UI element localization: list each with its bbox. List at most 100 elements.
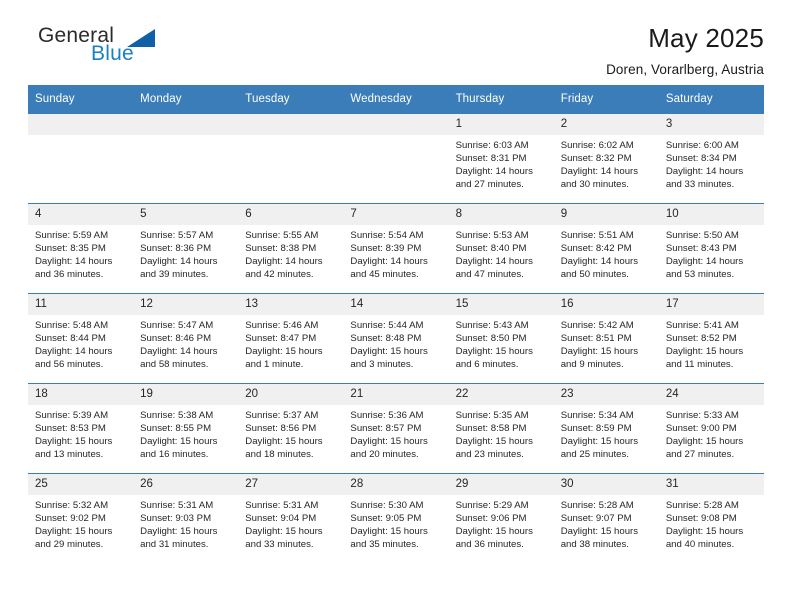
day-number: 31 [658, 474, 764, 495]
sunrise-time: Sunrise: 5:43 AM [455, 320, 529, 331]
daylight-duration-line2: and 45 minutes. [350, 269, 419, 281]
calendar-day-cell[interactable]: 6 Sunrise: 5:55 AM Sunset: 8:38 PM Daylight… [238, 203, 344, 294]
calendar-day-cell[interactable]: 17 Sunrise: 5:41 AM Sunset: 8:52 PM Dayligh… [658, 293, 764, 384]
daylight-duration-line1: Daylight: 15 hours [455, 346, 533, 358]
calendar-day-cell[interactable]: 19 Sunrise: 5:38 AM Sunset: 8:55 PM Dayligh… [133, 383, 239, 474]
day-sun-info: Sunrise: 5:50 AM Sunset: 8:43 PM Daylight:… [659, 225, 764, 281]
daylight-duration-line2: and 53 minutes. [665, 269, 735, 281]
day-number: 25 [28, 474, 134, 495]
day-number [28, 114, 134, 135]
calendar-day-cell[interactable]: 20 Sunrise: 5:37 AM Sunset: 8:56 PM Dayligh… [238, 383, 344, 474]
daylight-duration-line2: and 50 minutes. [560, 269, 629, 281]
day-number: 28 [343, 474, 449, 495]
sunset-time: Sunset: 8:32 PM [560, 153, 632, 165]
day-sun-info: Sunrise: 5:44 AM Sunset: 8:48 PM Daylight:… [343, 315, 448, 371]
sunrise-time: Sunrise: 5:41 AM [665, 320, 739, 331]
daylight-duration-line2: and 20 minutes. [350, 449, 419, 461]
sunset-time: Sunset: 9:03 PM [140, 513, 212, 525]
day-number: 24 [658, 384, 764, 405]
sunrise-time: Sunrise: 5:59 AM [35, 230, 109, 241]
sunrise-time: Sunrise: 5:31 AM [140, 500, 214, 511]
day-number: 8 [448, 204, 554, 225]
calendar-day-cell[interactable]: 18 Sunrise: 5:39 AM Sunset: 8:53 PM Dayligh… [28, 383, 134, 474]
sunset-time: Sunset: 9:07 PM [560, 513, 632, 525]
day-sun-info: Sunrise: 5:55 AM Sunset: 8:38 PM Daylight:… [238, 225, 343, 281]
calendar-day-cell[interactable]: 25 Sunrise: 5:32 AM Sunset: 9:02 PM Dayligh… [28, 473, 134, 563]
sunrise-time: Sunrise: 6:03 AM [455, 140, 529, 151]
daylight-duration-line1: Daylight: 15 hours [350, 436, 428, 448]
general-blue-logo[interactable]: General Blue [28, 24, 198, 76]
calendar-day-cell[interactable]: 4 Sunrise: 5:59 AM Sunset: 8:35 PM Daylight… [28, 203, 134, 294]
day-sun-info: Sunrise: 5:32 AM Sunset: 9:02 PM Daylight:… [28, 495, 133, 551]
calendar-week-row: 18 Sunrise: 5:39 AM Sunset: 8:53 PM Dayligh… [28, 383, 764, 474]
calendar-day-cell[interactable]: 8 Sunrise: 5:53 AM Sunset: 8:40 PM Daylight… [448, 203, 554, 294]
calendar-day-cell[interactable]: 24 Sunrise: 5:33 AM Sunset: 9:00 PM Dayligh… [658, 383, 764, 474]
day-number: 14 [343, 294, 449, 315]
calendar-day-cell[interactable]: 15 Sunrise: 5:43 AM Sunset: 8:50 PM Dayligh… [448, 293, 554, 384]
calendar-week-row: 25 Sunrise: 5:32 AM Sunset: 9:02 PM Dayligh… [28, 473, 764, 563]
daylight-duration-line2: and 39 minutes. [140, 269, 209, 281]
calendar-day-cell[interactable]: 27 Sunrise: 5:31 AM Sunset: 9:04 PM Dayligh… [238, 473, 344, 563]
calendar-day-cell[interactable]: 13 Sunrise: 5:46 AM Sunset: 8:47 PM Dayligh… [238, 293, 344, 384]
calendar-day-cell[interactable]: 7 Sunrise: 5:54 AM Sunset: 8:39 PM Daylight… [343, 203, 449, 294]
day-sun-info: Sunrise: 5:46 AM Sunset: 8:47 PM Daylight:… [238, 315, 343, 371]
day-sun-info: Sunrise: 5:48 AM Sunset: 8:44 PM Daylight:… [28, 315, 133, 371]
day-number [238, 114, 344, 135]
sunset-time: Sunset: 8:46 PM [140, 333, 212, 345]
sunrise-time: Sunrise: 5:34 AM [560, 410, 634, 421]
calendar-day-cell[interactable]: 21 Sunrise: 5:36 AM Sunset: 8:57 PM Dayligh… [343, 383, 449, 474]
day-sun-info: Sunrise: 5:31 AM Sunset: 9:03 PM Daylight:… [133, 495, 238, 551]
sunrise-time: Sunrise: 5:39 AM [35, 410, 109, 421]
calendar-day-cell[interactable]: 10 Sunrise: 5:50 AM Sunset: 8:43 PM Dayligh… [658, 203, 764, 294]
sunrise-time: Sunrise: 5:47 AM [140, 320, 214, 331]
daylight-duration-line2: and 31 minutes. [140, 539, 209, 551]
day-sun-info: Sunrise: 5:53 AM Sunset: 8:40 PM Daylight:… [449, 225, 554, 281]
day-number: 15 [448, 294, 554, 315]
daylight-duration-line2: and 33 minutes. [245, 539, 314, 551]
daylight-duration-line1: Daylight: 14 hours [560, 166, 639, 178]
calendar-week-row: 11 Sunrise: 5:48 AM Sunset: 8:44 PM Dayligh… [28, 293, 764, 384]
sunrise-time: Sunrise: 5:48 AM [35, 320, 109, 331]
day-sun-info: Sunrise: 5:54 AM Sunset: 8:39 PM Daylight:… [343, 225, 448, 281]
day-sun-info: Sunrise: 6:03 AM Sunset: 8:31 PM Daylight:… [449, 135, 554, 191]
daylight-duration-line2: and 27 minutes. [455, 179, 524, 191]
calendar-day-cell[interactable]: 12 Sunrise: 5:47 AM Sunset: 8:46 PM Dayligh… [133, 293, 239, 384]
day-number: 6 [238, 204, 344, 225]
calendar-day-cell[interactable]: 1 Sunrise: 6:03 AM Sunset: 8:31 PM Daylight… [448, 113, 554, 204]
calendar-day-cell[interactable]: 26 Sunrise: 5:31 AM Sunset: 9:03 PM Dayligh… [133, 473, 239, 563]
sunrise-time: Sunrise: 5:38 AM [140, 410, 214, 421]
daylight-duration-line2: and 23 minutes. [455, 449, 524, 461]
calendar-header-row: Sunday Monday Tuesday Wednesday Thursday… [28, 85, 764, 114]
calendar-day-cell[interactable]: 23 Sunrise: 5:34 AM Sunset: 8:59 PM Dayligh… [553, 383, 659, 474]
sunrise-time: Sunrise: 5:50 AM [665, 230, 739, 241]
calendar-day-cell[interactable]: 14 Sunrise: 5:44 AM Sunset: 8:48 PM Dayligh… [343, 293, 449, 384]
sunset-time: Sunset: 9:00 PM [665, 423, 737, 435]
weekday-header-saturday: Saturday [658, 85, 764, 114]
daylight-duration-line1: Daylight: 15 hours [35, 436, 113, 448]
sunrise-time: Sunrise: 6:02 AM [560, 140, 634, 151]
daylight-duration-line2: and 18 minutes. [245, 449, 314, 461]
sunrise-time: Sunrise: 5:28 AM [560, 500, 634, 511]
day-sun-info: Sunrise: 5:51 AM Sunset: 8:42 PM Daylight:… [554, 225, 659, 281]
calendar-day-cell[interactable]: 30 Sunrise: 5:28 AM Sunset: 9:07 PM Dayligh… [553, 473, 659, 563]
daylight-duration-line2: and 38 minutes. [560, 539, 629, 551]
calendar-day-cell[interactable]: 9 Sunrise: 5:51 AM Sunset: 8:42 PM Daylight… [553, 203, 659, 294]
page-title: May 2025 [648, 23, 764, 53]
calendar-day-cell[interactable]: 2 Sunrise: 6:02 AM Sunset: 8:32 PM Daylight… [553, 113, 659, 204]
day-sun-info: Sunrise: 5:28 AM Sunset: 9:08 PM Daylight:… [659, 495, 764, 551]
calendar-day-cell[interactable]: 5 Sunrise: 5:57 AM Sunset: 8:36 PM Daylight… [133, 203, 239, 294]
calendar-day-cell[interactable]: 11 Sunrise: 5:48 AM Sunset: 8:44 PM Dayligh… [28, 293, 134, 384]
day-number: 5 [133, 204, 239, 225]
calendar-day-cell[interactable]: 16 Sunrise: 5:42 AM Sunset: 8:51 PM Dayligh… [553, 293, 659, 384]
calendar-day-cell[interactable]: 22 Sunrise: 5:35 AM Sunset: 8:58 PM Dayligh… [448, 383, 554, 474]
calendar-day-cell[interactable]: 29 Sunrise: 5:29 AM Sunset: 9:06 PM Dayligh… [448, 473, 554, 563]
calendar-day-cell[interactable]: 3 Sunrise: 6:00 AM Sunset: 8:34 PM Daylight… [658, 113, 764, 204]
daylight-duration-line2: and 25 minutes. [560, 449, 629, 461]
sunrise-time: Sunrise: 5:28 AM [665, 500, 739, 511]
daylight-duration-line1: Daylight: 14 hours [665, 166, 744, 178]
sunrise-time: Sunrise: 5:44 AM [350, 320, 424, 331]
calendar-day-cell[interactable]: 28 Sunrise: 5:30 AM Sunset: 9:05 PM Dayligh… [343, 473, 449, 563]
calendar-day-cell[interactable]: 31 Sunrise: 5:28 AM Sunset: 9:08 PM Dayligh… [658, 473, 764, 563]
daylight-duration-line1: Daylight: 15 hours [665, 436, 744, 448]
sunset-time: Sunset: 8:52 PM [665, 333, 737, 345]
